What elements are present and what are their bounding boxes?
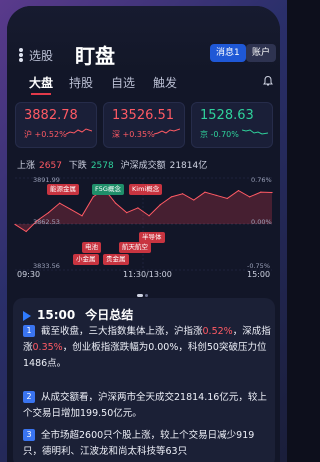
app-header: 选股 盯盘 消息1 账户 [7, 6, 280, 70]
more-menu-icon[interactable] [19, 48, 23, 62]
daily-summary-card: 15:00 今日总结 1 截至收盘，三大指数集体上涨，沪指涨0.52%，深成指涨0.… [13, 298, 275, 462]
index-cards: 3882.78 沪 +0.52% 13526.51 深 +0.35% 1528.… [15, 102, 273, 150]
sparkline-icon [154, 128, 180, 135]
series-point [260, 191, 262, 193]
series-point [204, 191, 206, 193]
series-point [182, 193, 184, 195]
sector-tag[interactable]: F5G概念 [92, 184, 124, 195]
play-icon[interactable] [23, 310, 31, 321]
index-value: 13526.51 [112, 108, 175, 123]
y-axis-mid: 3862.53 [33, 218, 60, 226]
time-axis-mid: 11:30/13:00 [123, 270, 172, 279]
series-point [114, 202, 117, 204]
account-button[interactable]: 账户 [246, 44, 277, 62]
series-point [25, 230, 27, 233]
summary-header: 15:00 今日总结 [23, 306, 133, 323]
series-point [215, 194, 217, 196]
tab-watchlist[interactable]: 自选 [111, 74, 135, 91]
tab-market[interactable]: 大盘 [29, 74, 53, 91]
series-point [271, 191, 273, 194]
nav-stock-picker[interactable]: 选股 [29, 47, 53, 64]
active-tab-indicator [31, 93, 51, 95]
sector-tag[interactable]: 半导体 [139, 232, 165, 243]
index-change: 深 +0.35% [112, 130, 155, 139]
series-point [59, 202, 61, 204]
y-axis-bottom: 3833.56 [33, 262, 60, 270]
series-point [226, 197, 228, 200]
nav-market-watch[interactable]: 盯盘 [75, 40, 115, 69]
series-point [70, 208, 72, 211]
time-axis-start: 09:30 [17, 270, 41, 279]
pct-axis-mid: 0.00% [251, 218, 272, 226]
sector-tag[interactable]: Kimi概念 [129, 184, 163, 195]
sector-tag[interactable]: 能源金属 [47, 184, 79, 195]
series-point [92, 196, 94, 198]
app-screen: 选股 盯盘 消息1 账户 大盘 持股 自选 触发 3882.78 沪 +0.52… [7, 6, 280, 462]
sparkline-icon [66, 128, 92, 135]
index-card-shanghai[interactable]: 3882.78 沪 +0.52% [15, 102, 97, 148]
sector-tag[interactable]: 航天航空 [119, 242, 151, 253]
sector-tag[interactable]: 小金属 [73, 254, 99, 265]
summary-item: 2 从成交额看，沪深两市全天成交21814.16亿元，较上个交易日增加199.50… [23, 391, 267, 419]
pct-axis-top: 0.76% [251, 176, 272, 184]
series-point [249, 196, 251, 198]
market-breadth: 上涨 2657 下跌 2578 沪深成交额 21814亿 [17, 161, 208, 171]
index-card-shenzhen[interactable]: 13526.51 深 +0.35% [103, 102, 185, 148]
index-change: 沪 +0.52% [24, 130, 67, 139]
series-point [193, 199, 195, 201]
series-point [170, 196, 173, 198]
tab-triggers[interactable]: 触发 [153, 74, 177, 91]
index-change: 京 -0.70% [200, 130, 239, 139]
index-value: 3882.78 [24, 108, 78, 123]
series-point [137, 207, 139, 209]
series-point [159, 204, 161, 206]
series-point [14, 223, 16, 226]
sector-tag[interactable]: 贵金属 [103, 254, 129, 265]
messages-button[interactable]: 消息1 [210, 44, 246, 62]
time-axis-end: 15:00 [247, 270, 271, 279]
y-axis-top: 3891.99 [33, 176, 60, 184]
series-point [237, 189, 240, 192]
sparkline-icon [242, 129, 268, 135]
index-card-beijing[interactable]: 1528.63 京 -0.70% [191, 102, 273, 148]
series-point [148, 215, 150, 217]
tab-holdings[interactable]: 持股 [69, 74, 93, 91]
series-point [126, 212, 128, 214]
index-value: 1528.63 [200, 108, 254, 123]
summary-item: 1 截至收盘，三大指数集体上涨，沪指涨0.52%，深成指涨0.35%，创业板指涨跌… [23, 325, 271, 369]
series-point [81, 215, 83, 217]
summary-item: 3 全市场超2600只个股上涨，较上个交易日减少919只，德明利、江波龙和尚太科技… [23, 429, 255, 457]
series-point [47, 212, 50, 214]
alarm-bell-icon[interactable] [262, 75, 274, 87]
pct-axis-bottom: -0.75% [247, 262, 270, 270]
sector-tag[interactable]: 电池 [82, 242, 101, 253]
